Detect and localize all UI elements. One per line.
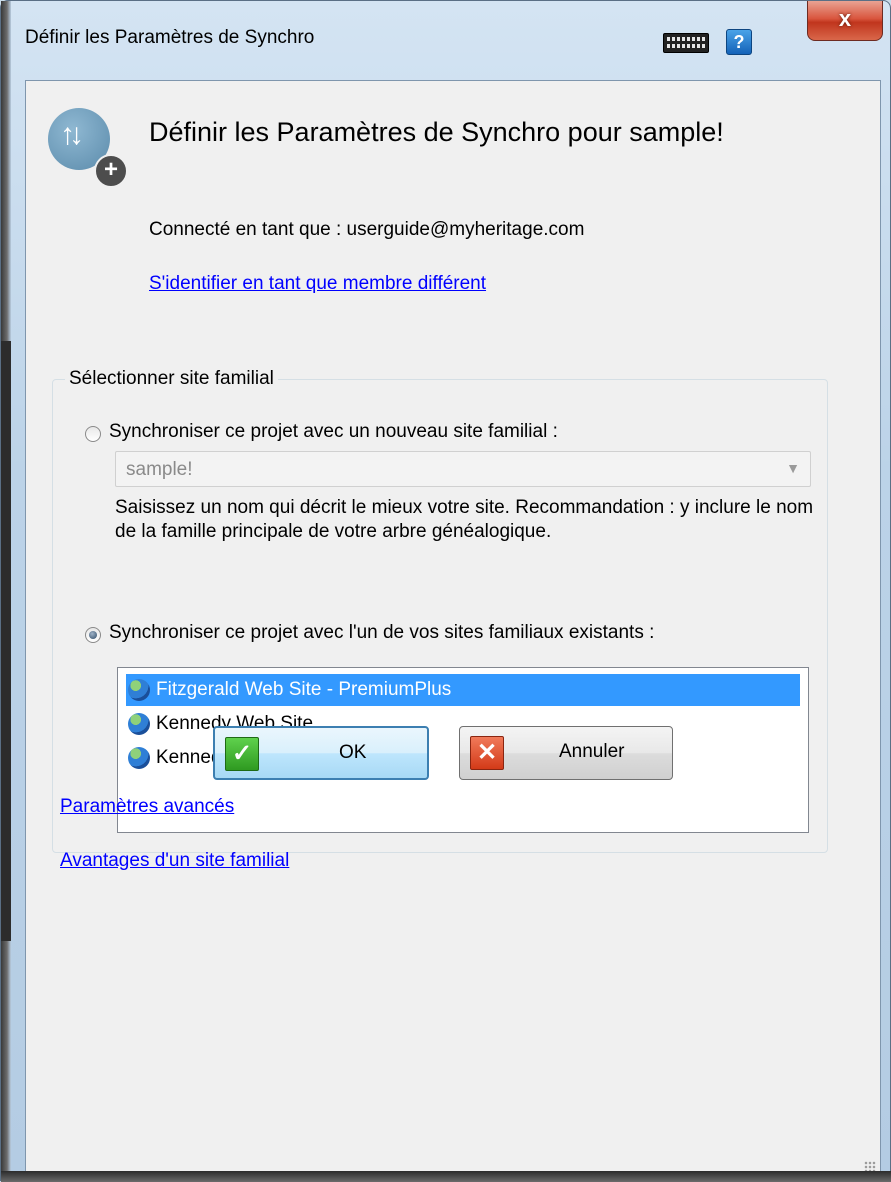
existing-site-radio[interactable] [85,627,101,643]
page-title: Définir les Paramètres de Synchro pour s… [149,117,724,147]
title-bar[interactable]: Définir les Paramètres de Synchro ? x [11,1,891,79]
cancel-label: Annuler [559,741,625,762]
dialog-content: ↑↓ + Définir les Paramètres de Synchro p… [25,80,881,1178]
cancel-button[interactable]: ✕ Annuler [459,726,673,780]
switch-member-link[interactable]: S'identifier en tant que membre différen… [149,273,486,295]
list-item[interactable]: Fitzgerald Web Site - PremiumPlus [126,674,800,706]
globe-icon [128,747,150,769]
new-site-radio[interactable] [85,426,101,442]
globe-icon [128,679,150,701]
site-benefits-link[interactable]: Avantages d'un site familial [60,850,289,872]
globe-icon [128,713,150,735]
site-selection-group: Sélectionner site familial Synchroniser … [52,368,828,853]
keyboard-icon[interactable] [663,33,709,53]
site-name-hint: Saisissez un nom qui décrit le mieux vot… [115,497,814,542]
help-icon[interactable]: ? [726,29,752,55]
ok-label: OK [339,742,367,763]
advanced-settings-link[interactable]: Paramètres avancés [60,796,234,818]
bottom-border [1,1171,891,1182]
sync-add-icon: ↑↓ + [48,108,128,188]
existing-site-label[interactable]: Synchroniser ce projet avec l'un de vos … [109,622,654,644]
ok-button[interactable]: ✓ OK [213,726,429,780]
window-title: Définir les Paramètres de Synchro [25,27,315,48]
chevron-down-icon[interactable]: ▼ [786,460,800,476]
close-icon: ✕ [470,736,504,770]
checkmark-icon: ✓ [225,737,259,771]
group-legend: Sélectionner site familial [65,368,278,390]
site-name-value: sample! [126,459,193,480]
left-border [1,1,11,1182]
site-name-combo[interactable]: sample! ▼ [115,451,811,487]
connected-as-text: Connecté en tant que : userguide@myherit… [149,219,585,240]
close-button[interactable]: x [807,1,883,41]
new-site-label[interactable]: Synchroniser ce projet avec un nouveau s… [109,421,558,443]
dialog-window: Définir les Paramètres de Synchro ? x ↑↓… [0,0,891,1182]
